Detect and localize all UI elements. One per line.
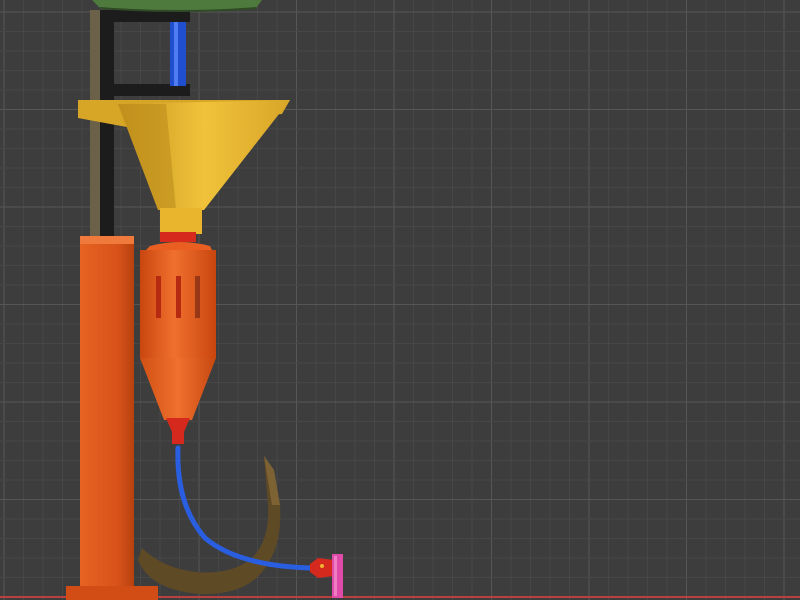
hook-arm-shape [138,456,281,595]
column-base [66,586,158,600]
pink-end-cap-highlight [334,556,337,596]
vent-slot-1 [156,276,161,318]
housing-outlet [172,430,184,444]
nozzle-detail [320,564,324,568]
vent-slot-3 [195,276,200,318]
column-top-cap [80,236,134,244]
brown-hook-arm[interactable] [138,456,281,595]
orange-motor-housing[interactable] [140,242,216,444]
black-frame-vertical [100,10,114,242]
vent-slot-2 [176,276,181,318]
housing-cone-tip [166,418,190,432]
scene-canvas[interactable] [0,0,800,600]
top-plate[interactable] [92,0,262,12]
red-coupling-top[interactable] [160,232,196,242]
column-body [80,236,134,590]
hopper-neck [160,208,202,234]
blue-feed-tube-highlight [174,22,178,86]
3d-viewport[interactable] [0,0,800,600]
blue-outlet-hose[interactable] [175,445,315,571]
housing-cone [140,358,216,420]
red-nozzle[interactable] [310,558,334,578]
pink-end-cap[interactable] [332,554,343,598]
hopper-inner-shade [118,104,176,210]
